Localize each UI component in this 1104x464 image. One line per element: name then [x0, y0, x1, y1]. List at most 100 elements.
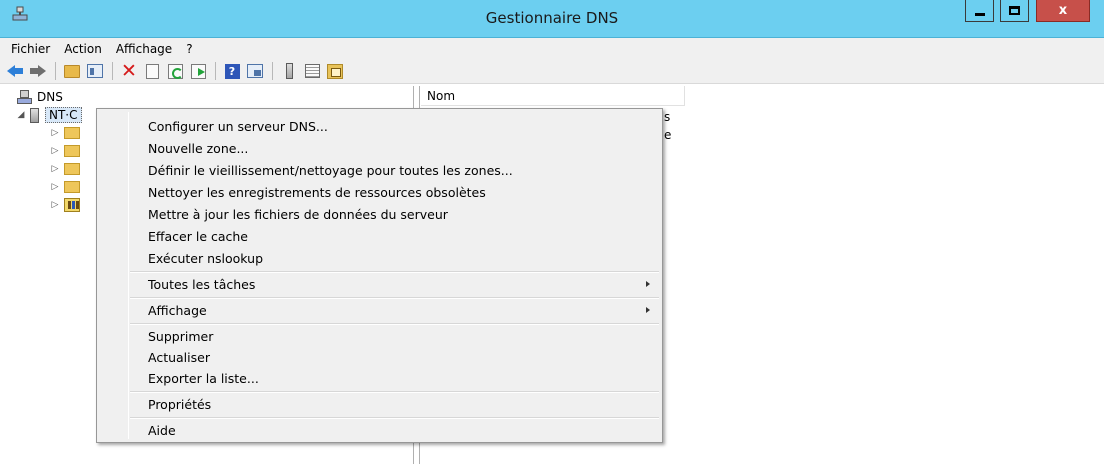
server-icon	[30, 107, 39, 123]
ctx-label: Effacer le cache	[148, 228, 248, 244]
up-level-button[interactable]	[61, 61, 83, 81]
ctx-configurer-serveur-dns[interactable]: Configurer un serveur DNS...	[99, 115, 660, 137]
server-button[interactable]	[278, 61, 300, 81]
menu-fichier[interactable]: Fichier	[4, 42, 57, 56]
tree-node-global-logs[interactable]: ▷	[50, 196, 84, 214]
expand-closed-icon[interactable]: ▷	[50, 164, 60, 174]
menu-affichage[interactable]: Affichage	[109, 42, 179, 56]
menu-help[interactable]: ?	[179, 42, 199, 56]
back-arrow-icon	[7, 65, 23, 77]
up-folder-icon	[64, 64, 80, 78]
forward-button[interactable]	[27, 61, 49, 81]
ctx-label: Affichage	[148, 302, 207, 318]
show-hide-tree-button[interactable]	[84, 61, 106, 81]
expand-closed-icon[interactable]: ▷	[50, 200, 60, 210]
tree-node-server[interactable]: ◢ NT·C	[16, 106, 82, 124]
column-header-name[interactable]: Nom	[421, 86, 685, 106]
left-edge	[0, 86, 10, 464]
tree-node-zone[interactable]: ▷	[50, 178, 84, 196]
ctx-label: Exporter la liste...	[148, 370, 259, 386]
zone-button[interactable]	[324, 61, 346, 81]
toolbar: ✕ ?	[0, 59, 1104, 84]
delete-icon: ✕	[121, 60, 137, 82]
tree-node-dns[interactable]: DNS	[16, 88, 63, 106]
properties-icon	[145, 63, 159, 79]
back-button[interactable]	[4, 61, 26, 81]
folder-icon	[64, 163, 80, 175]
show-hide-tree-icon	[87, 64, 103, 78]
expand-open-icon[interactable]: ◢	[16, 110, 26, 120]
ctx-mettre-a-jour-fichiers[interactable]: Mettre à jour les fichiers de données du…	[99, 203, 660, 225]
close-button[interactable]: x	[1036, 0, 1090, 22]
ctx-nouvelle-zone[interactable]: Nouvelle zone...	[99, 137, 660, 159]
expand-closed-icon[interactable]: ▷	[50, 146, 60, 156]
ctx-label: Définir le vieillissement/nettoyage pour…	[148, 162, 513, 178]
tree-node-zone[interactable]: ▷	[50, 142, 84, 160]
zone-icon	[327, 63, 343, 79]
action-pane-button[interactable]	[244, 61, 266, 81]
window-title: Gestionnaire DNS	[485, 9, 619, 27]
context-menu: Configurer un serveur DNS... Nouvelle zo…	[96, 108, 663, 443]
ctx-definir-vieillissement[interactable]: Définir le vieillissement/nettoyage pour…	[99, 159, 660, 181]
ctx-aide[interactable]: Aide	[99, 419, 660, 441]
ctx-toutes-les-taches[interactable]: Toutes les tâches	[99, 273, 660, 295]
tree-node-zone[interactable]: ▷	[50, 124, 84, 142]
submenu-arrow-icon	[646, 307, 650, 313]
ctx-label: Nouvelle zone...	[148, 140, 249, 156]
ctx-label: Nettoyer les enregistrements de ressourc…	[148, 184, 486, 200]
help-button[interactable]: ?	[221, 61, 243, 81]
ctx-label: Propriétés	[148, 396, 212, 412]
server-icon	[285, 63, 293, 79]
help-icon: ?	[224, 63, 240, 79]
action-pane-icon	[247, 64, 263, 78]
toolbar-separator	[112, 62, 113, 80]
ctx-label: Actualiser	[148, 349, 210, 365]
properties-button[interactable]	[141, 61, 163, 81]
list-icon	[304, 64, 320, 78]
refresh-icon	[167, 63, 183, 79]
folder-icon	[64, 181, 80, 193]
ctx-label: Supprimer	[148, 328, 214, 344]
list-item-partial-text: s	[664, 110, 671, 124]
tree-node-zone[interactable]: ▷	[50, 160, 84, 178]
forward-arrow-icon	[30, 65, 46, 77]
list-item-partial-text: e	[664, 128, 672, 142]
minimize-button[interactable]	[965, 0, 994, 22]
ctx-nettoyer-enregistrements[interactable]: Nettoyer les enregistrements de ressourc…	[99, 181, 660, 203]
title-bar[interactable]: Gestionnaire DNS x	[0, 0, 1104, 38]
toolbar-separator	[55, 62, 56, 80]
menu-bar: Fichier Action Affichage ?	[0, 38, 1104, 59]
ctx-label: Aide	[148, 422, 176, 438]
tree-node-dns-label: DNS	[37, 90, 63, 104]
export-list-icon	[190, 63, 206, 79]
ctx-actualiser[interactable]: Actualiser	[99, 346, 660, 368]
ctx-label: Configurer un serveur DNS...	[148, 118, 328, 134]
ctx-label: Toutes les tâches	[148, 276, 256, 292]
ctx-affichage[interactable]: Affichage	[99, 299, 660, 321]
ctx-supprimer[interactable]: Supprimer	[99, 325, 660, 347]
ctx-proprietes[interactable]: Propriétés	[99, 393, 660, 415]
folder-icon	[64, 145, 80, 157]
ctx-executer-nslookup[interactable]: Exécuter nslookup	[99, 247, 660, 269]
ctx-effacer-cache[interactable]: Effacer le cache	[99, 225, 660, 247]
refresh-button[interactable]	[164, 61, 186, 81]
dns-icon	[16, 90, 32, 104]
ctx-label: Exécuter nslookup	[148, 250, 264, 266]
maximize-icon	[1009, 6, 1020, 15]
ctx-exporter-liste[interactable]: Exporter la liste...	[99, 367, 660, 389]
list-button[interactable]	[301, 61, 323, 81]
toolbar-separator	[272, 62, 273, 80]
ctx-label: Mettre à jour les fichiers de données du…	[148, 206, 448, 222]
expand-closed-icon[interactable]: ▷	[50, 182, 60, 192]
delete-button[interactable]: ✕	[118, 61, 140, 81]
event-log-icon	[64, 198, 80, 212]
export-list-button[interactable]	[187, 61, 209, 81]
toolbar-separator	[215, 62, 216, 80]
maximize-button[interactable]	[1000, 0, 1029, 22]
minimize-icon	[974, 12, 985, 16]
menu-action[interactable]: Action	[57, 42, 109, 56]
folder-icon	[64, 127, 80, 139]
tree-node-server-label: NT·C	[45, 107, 82, 123]
submenu-arrow-icon	[646, 281, 650, 287]
expand-closed-icon[interactable]: ▷	[50, 128, 60, 138]
